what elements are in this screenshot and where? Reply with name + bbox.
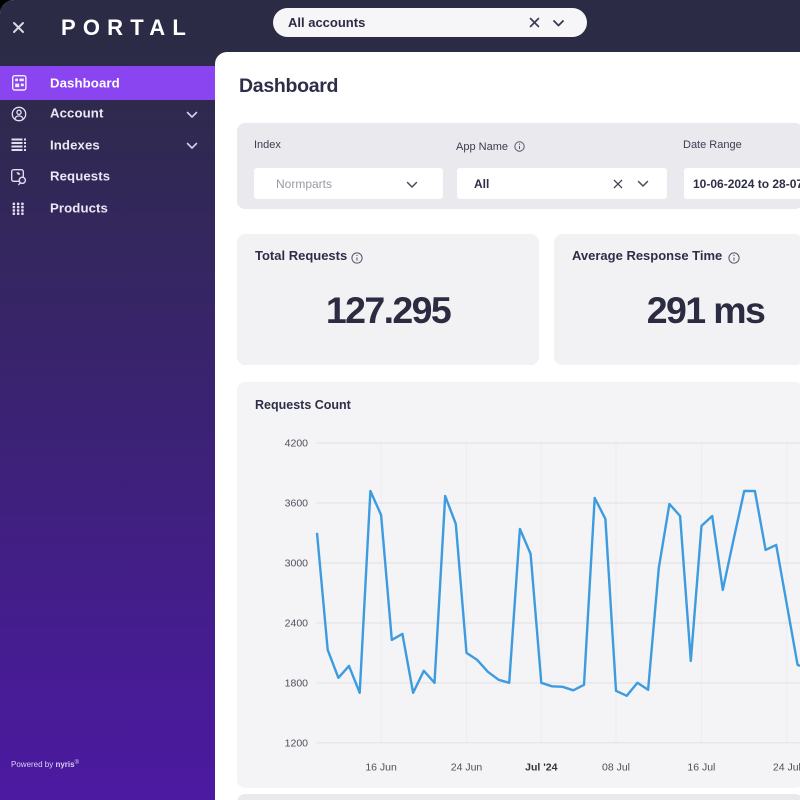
svg-text:1200: 1200 bbox=[285, 737, 309, 749]
svg-text:24 Jun: 24 Jun bbox=[451, 762, 483, 774]
svg-text:1800: 1800 bbox=[285, 677, 309, 689]
svg-text:3600: 3600 bbox=[285, 498, 309, 510]
svg-text:Jul '24: Jul '24 bbox=[525, 762, 557, 774]
svg-text:08 Jul: 08 Jul bbox=[602, 762, 630, 774]
svg-text:4200: 4200 bbox=[285, 438, 309, 450]
svg-text:16 Jun: 16 Jun bbox=[365, 762, 397, 774]
svg-text:16 Jul: 16 Jul bbox=[687, 762, 715, 774]
svg-text:3000: 3000 bbox=[285, 558, 309, 570]
svg-text:24 Jul: 24 Jul bbox=[773, 762, 800, 774]
svg-text:2400: 2400 bbox=[285, 618, 309, 630]
